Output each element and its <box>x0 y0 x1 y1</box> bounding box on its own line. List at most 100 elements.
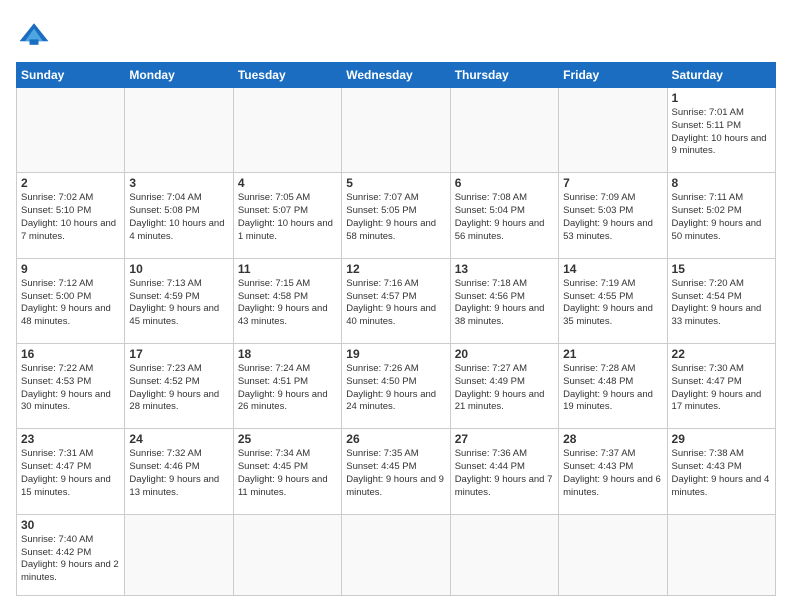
day-number: 4 <box>238 176 337 190</box>
day-info: Sunrise: 7:32 AM Sunset: 4:46 PM Dayligh… <box>129 448 228 499</box>
calendar-cell: 10 Sunrise: 7:13 AM Sunset: 4:59 PM Dayli… <box>125 258 233 343</box>
calendar-cell: 12 Sunrise: 7:16 AM Sunset: 4:57 PM Dayli… <box>342 258 450 343</box>
day-info: Sunrise: 7:28 AM Sunset: 4:48 PM Dayligh… <box>563 363 662 414</box>
calendar-cell <box>450 88 558 173</box>
day-info: Sunrise: 7:07 AM Sunset: 5:05 PM Dayligh… <box>346 192 445 243</box>
day-number: 5 <box>346 176 445 190</box>
day-number: 2 <box>21 176 120 190</box>
day-number: 28 <box>563 432 662 446</box>
day-info: Sunrise: 7:09 AM Sunset: 5:03 PM Dayligh… <box>563 192 662 243</box>
day-number: 29 <box>672 432 771 446</box>
day-number: 3 <box>129 176 228 190</box>
calendar-cell: 3 Sunrise: 7:04 AM Sunset: 5:08 PM Daylig… <box>125 173 233 258</box>
day-info: Sunrise: 7:30 AM Sunset: 4:47 PM Dayligh… <box>672 363 771 414</box>
calendar-cell: 7 Sunrise: 7:09 AM Sunset: 5:03 PM Daylig… <box>559 173 667 258</box>
calendar-row-6: 30 Sunrise: 7:40 AM Sunset: 4:42 PM Dayli… <box>17 514 776 595</box>
calendar-cell: 17 Sunrise: 7:23 AM Sunset: 4:52 PM Dayli… <box>125 344 233 429</box>
day-number: 19 <box>346 347 445 361</box>
weekday-header-sunday: Sunday <box>17 63 125 88</box>
day-number: 30 <box>21 518 120 532</box>
day-info: Sunrise: 7:13 AM Sunset: 4:59 PM Dayligh… <box>129 278 228 329</box>
day-info: Sunrise: 7:05 AM Sunset: 5:07 PM Dayligh… <box>238 192 337 243</box>
day-number: 25 <box>238 432 337 446</box>
weekday-header-wednesday: Wednesday <box>342 63 450 88</box>
calendar-cell <box>233 88 341 173</box>
weekday-header-row: SundayMondayTuesdayWednesdayThursdayFrid… <box>17 63 776 88</box>
day-info: Sunrise: 7:15 AM Sunset: 4:58 PM Dayligh… <box>238 278 337 329</box>
day-info: Sunrise: 7:31 AM Sunset: 4:47 PM Dayligh… <box>21 448 120 499</box>
day-number: 22 <box>672 347 771 361</box>
day-number: 11 <box>238 262 337 276</box>
calendar-cell: 13 Sunrise: 7:18 AM Sunset: 4:56 PM Dayli… <box>450 258 558 343</box>
calendar-cell: 27Sunrise: 7:36 AM Sunset: 4:44 PM Dayli… <box>450 429 558 514</box>
day-number: 27 <box>455 432 554 446</box>
day-info: Sunrise: 7:04 AM Sunset: 5:08 PM Dayligh… <box>129 192 228 243</box>
calendar-cell: 20Sunrise: 7:27 AM Sunset: 4:49 PM Dayli… <box>450 344 558 429</box>
calendar-cell: 26Sunrise: 7:35 AM Sunset: 4:45 PM Dayli… <box>342 429 450 514</box>
day-info: Sunrise: 7:24 AM Sunset: 4:51 PM Dayligh… <box>238 363 337 414</box>
day-number: 14 <box>563 262 662 276</box>
day-number: 20 <box>455 347 554 361</box>
calendar-cell: 29Sunrise: 7:38 AM Sunset: 4:43 PM Dayli… <box>667 429 775 514</box>
calendar-cell: 21 Sunrise: 7:28 AM Sunset: 4:48 PM Dayli… <box>559 344 667 429</box>
calendar-row-1: 1 Sunrise: 7:01 AM Sunset: 5:11 PM Daylig… <box>17 88 776 173</box>
calendar-cell: 28 Sunrise: 7:37 AM Sunset: 4:43 PM Dayli… <box>559 429 667 514</box>
day-info: Sunrise: 7:22 AM Sunset: 4:53 PM Dayligh… <box>21 363 120 414</box>
day-number: 18 <box>238 347 337 361</box>
day-number: 1 <box>672 91 771 105</box>
calendar-cell: 9 Sunrise: 7:12 AM Sunset: 5:00 PM Daylig… <box>17 258 125 343</box>
calendar-cell <box>667 514 775 595</box>
calendar-table: SundayMondayTuesdayWednesdayThursdayFrid… <box>16 62 776 596</box>
weekday-header-thursday: Thursday <box>450 63 558 88</box>
day-number: 6 <box>455 176 554 190</box>
day-number: 17 <box>129 347 228 361</box>
day-number: 23 <box>21 432 120 446</box>
day-info: Sunrise: 7:34 AM Sunset: 4:45 PM Dayligh… <box>238 448 337 499</box>
calendar-cell: 1 Sunrise: 7:01 AM Sunset: 5:11 PM Daylig… <box>667 88 775 173</box>
calendar-cell: 5 Sunrise: 7:07 AM Sunset: 5:05 PM Daylig… <box>342 173 450 258</box>
day-info: Sunrise: 7:01 AM Sunset: 5:11 PM Dayligh… <box>672 107 771 158</box>
day-number: 24 <box>129 432 228 446</box>
calendar-cell <box>342 514 450 595</box>
calendar-row-3: 9 Sunrise: 7:12 AM Sunset: 5:00 PM Daylig… <box>17 258 776 343</box>
calendar-row-4: 16Sunrise: 7:22 AM Sunset: 4:53 PM Dayli… <box>17 344 776 429</box>
day-info: Sunrise: 7:18 AM Sunset: 4:56 PM Dayligh… <box>455 278 554 329</box>
day-number: 13 <box>455 262 554 276</box>
calendar-cell: 25 Sunrise: 7:34 AM Sunset: 4:45 PM Dayli… <box>233 429 341 514</box>
calendar-row-5: 23 Sunrise: 7:31 AM Sunset: 4:47 PM Dayli… <box>17 429 776 514</box>
calendar-cell: 14 Sunrise: 7:19 AM Sunset: 4:55 PM Dayli… <box>559 258 667 343</box>
day-info: Sunrise: 7:23 AM Sunset: 4:52 PM Dayligh… <box>129 363 228 414</box>
calendar-cell: 6 Sunrise: 7:08 AM Sunset: 5:04 PM Daylig… <box>450 173 558 258</box>
day-number: 12 <box>346 262 445 276</box>
weekday-header-friday: Friday <box>559 63 667 88</box>
day-info: Sunrise: 7:37 AM Sunset: 4:43 PM Dayligh… <box>563 448 662 499</box>
day-number: 10 <box>129 262 228 276</box>
calendar-cell: 24 Sunrise: 7:32 AM Sunset: 4:46 PM Dayli… <box>125 429 233 514</box>
day-number: 21 <box>563 347 662 361</box>
day-number: 15 <box>672 262 771 276</box>
day-number: 9 <box>21 262 120 276</box>
calendar-cell: 23 Sunrise: 7:31 AM Sunset: 4:47 PM Dayli… <box>17 429 125 514</box>
calendar-cell: 19 Sunrise: 7:26 AM Sunset: 4:50 PM Dayli… <box>342 344 450 429</box>
calendar-row-2: 2Sunrise: 7:02 AM Sunset: 5:10 PM Daylig… <box>17 173 776 258</box>
calendar-cell: 22 Sunrise: 7:30 AM Sunset: 4:47 PM Dayli… <box>667 344 775 429</box>
calendar-cell: 30 Sunrise: 7:40 AM Sunset: 4:42 PM Dayli… <box>17 514 125 595</box>
day-info: Sunrise: 7:08 AM Sunset: 5:04 PM Dayligh… <box>455 192 554 243</box>
day-number: 7 <box>563 176 662 190</box>
calendar-cell: 16Sunrise: 7:22 AM Sunset: 4:53 PM Dayli… <box>17 344 125 429</box>
calendar-cell <box>233 514 341 595</box>
day-info: Sunrise: 7:12 AM Sunset: 5:00 PM Dayligh… <box>21 278 120 329</box>
calendar-cell <box>125 88 233 173</box>
weekday-header-tuesday: Tuesday <box>233 63 341 88</box>
generalblue-logo-icon <box>16 16 52 52</box>
calendar-cell: 4 Sunrise: 7:05 AM Sunset: 5:07 PM Daylig… <box>233 173 341 258</box>
calendar-cell: 2Sunrise: 7:02 AM Sunset: 5:10 PM Daylig… <box>17 173 125 258</box>
day-info: Sunrise: 7:19 AM Sunset: 4:55 PM Dayligh… <box>563 278 662 329</box>
day-number: 8 <box>672 176 771 190</box>
day-info: Sunrise: 7:11 AM Sunset: 5:02 PM Dayligh… <box>672 192 771 243</box>
day-info: Sunrise: 7:16 AM Sunset: 4:57 PM Dayligh… <box>346 278 445 329</box>
calendar-cell: 18 Sunrise: 7:24 AM Sunset: 4:51 PM Dayli… <box>233 344 341 429</box>
day-info: Sunrise: 7:20 AM Sunset: 4:54 PM Dayligh… <box>672 278 771 329</box>
day-info: Sunrise: 7:40 AM Sunset: 4:42 PM Dayligh… <box>21 534 120 585</box>
day-info: Sunrise: 7:26 AM Sunset: 4:50 PM Dayligh… <box>346 363 445 414</box>
